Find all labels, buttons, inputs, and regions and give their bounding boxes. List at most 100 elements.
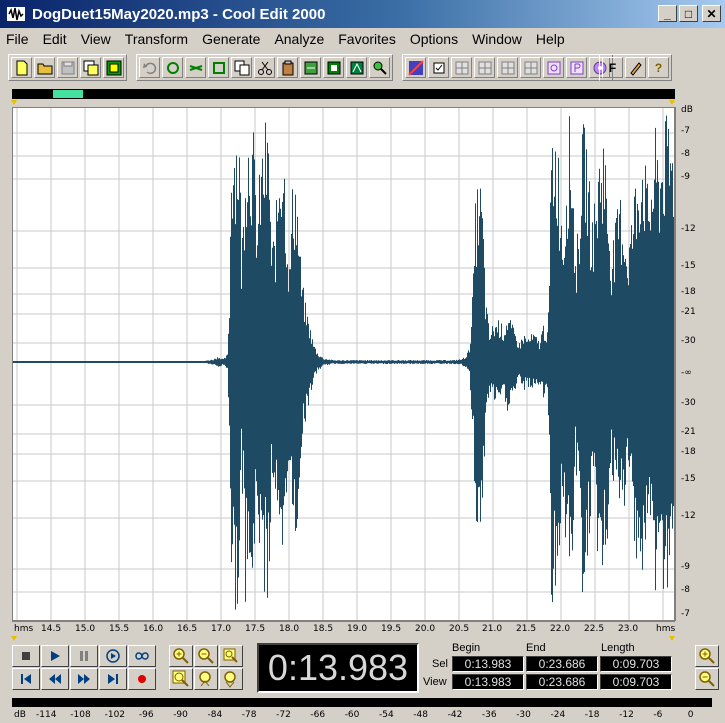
level-tick-label: -78 (241, 710, 257, 720)
menu-edit[interactable]: Edit (43, 31, 67, 47)
menu-window[interactable]: Window (472, 31, 522, 47)
help-button[interactable]: ? (648, 57, 669, 78)
paste-mix-button[interactable] (300, 57, 321, 78)
grid4-button[interactable] (520, 57, 541, 78)
waveform-display[interactable] (12, 107, 675, 621)
menu-help[interactable]: Help (536, 31, 565, 47)
loop-paste-button[interactable] (369, 57, 390, 78)
level-tick-label: -114 (36, 710, 57, 720)
paste-button[interactable] (277, 57, 298, 78)
undo-button[interactable] (139, 57, 160, 78)
zoom-left-button[interactable] (194, 668, 218, 690)
go-to-end-button[interactable] (99, 668, 127, 690)
db-tick-label: -15 (681, 474, 696, 484)
open-folder-icon (37, 63, 52, 74)
fast-forward-button[interactable] (70, 668, 98, 690)
zoom-full-button[interactable] (219, 645, 243, 667)
cut-button[interactable] (254, 57, 275, 78)
zoom-right-button[interactable] (219, 668, 243, 690)
save-button[interactable] (57, 57, 78, 78)
zoom-left-icon (199, 671, 211, 687)
pause-button[interactable] (70, 645, 98, 667)
grid2-icon (478, 61, 491, 74)
copy-icon (234, 60, 249, 75)
grid3-button[interactable] (497, 57, 518, 78)
zoom-in-horizontal-button[interactable] (169, 645, 193, 667)
toolbar-group-view (402, 54, 613, 81)
record-button[interactable] (128, 668, 156, 690)
overview-bar[interactable] (12, 89, 675, 99)
db-tick-label: -21 (681, 427, 696, 437)
record-mode-button[interactable] (103, 57, 124, 78)
db-ruler: dB -7 -8 -9 -12 -15 -18 -21 -30 -∞ -30 -21 -18 -15 -12… (675, 105, 710, 621)
grid2-button[interactable] (474, 57, 495, 78)
frequency-analysis-button[interactable] (405, 57, 426, 78)
minimize-button[interactable]: _ (658, 5, 677, 22)
undo-icon (142, 62, 156, 74)
new-file-button[interactable] (11, 57, 32, 78)
fast-forward-icon (78, 674, 90, 684)
view-end-field[interactable]: 0:23.686 (526, 674, 598, 690)
play-list-button[interactable] (566, 57, 587, 78)
title-bar: DogDuet15May2020.mp3 - Cool Edit 2000 _ … (0, 0, 725, 28)
play-button[interactable] (41, 645, 69, 667)
zoom-selection-button[interactable] (169, 668, 193, 690)
copy-button[interactable] (231, 57, 252, 78)
grid1-button[interactable] (451, 57, 472, 78)
sel-begin-field[interactable]: 0:13.983 (452, 656, 524, 672)
rewind-button[interactable] (41, 668, 69, 690)
record-icon (138, 675, 146, 683)
save-as-icon (83, 60, 98, 75)
toolbar-group-file (8, 54, 127, 81)
level-tick-label: -24 (550, 710, 566, 720)
begin-header: Begin (452, 642, 481, 654)
menu-transform[interactable]: Transform (125, 31, 188, 47)
zoom-out-horizontal-button[interactable] (194, 645, 218, 667)
view-length-field[interactable]: 0:09.703 (600, 674, 672, 690)
convert-button[interactable] (323, 57, 344, 78)
checkbox-button[interactable] (428, 57, 449, 78)
play-to-end-button[interactable] (99, 645, 127, 667)
menu-analyze[interactable]: Analyze (274, 31, 324, 47)
go-to-start-button[interactable] (12, 668, 40, 690)
menu-favorites[interactable]: Favorites (338, 31, 396, 47)
stop-button[interactable] (12, 645, 40, 667)
overview-thumb[interactable] (53, 90, 83, 98)
edit-button[interactable] (625, 57, 646, 78)
close-button[interactable]: ✕ (702, 5, 721, 22)
maximize-button[interactable]: □ (679, 5, 698, 22)
menu-options[interactable]: Options (410, 31, 458, 47)
menu-file[interactable]: File (6, 31, 29, 47)
sel-length-field[interactable]: 0:09.703 (600, 656, 672, 672)
db-tick-label: -∞ (681, 368, 692, 378)
mix-button[interactable] (185, 57, 206, 78)
db-tick-label: -9 (681, 172, 690, 182)
mix-paste-button[interactable] (346, 57, 367, 78)
start-marker-bottom-icon[interactable] (11, 636, 17, 641)
start-marker-icon[interactable] (11, 100, 17, 105)
sel-end-field[interactable]: 0:23.686 (526, 656, 598, 672)
level-tick-label: -42 (447, 710, 463, 720)
level-tick-label: -12 (619, 710, 634, 720)
f-icon: F (608, 60, 617, 75)
db-tick-label: -7 (681, 126, 690, 136)
menu-generate[interactable]: Generate (202, 31, 260, 47)
zoom-in-vertical-icon (699, 648, 715, 664)
zoom-out-vertical-button[interactable] (695, 668, 719, 690)
time-tick-label: 16.0 (143, 624, 164, 634)
cue-button[interactable] (543, 57, 564, 78)
level-tick-label: -84 (207, 710, 223, 720)
save-as-button[interactable] (80, 57, 101, 78)
menu-view[interactable]: View (81, 31, 111, 47)
open-button[interactable] (34, 57, 55, 78)
zoom-in-vertical-button[interactable] (695, 645, 719, 667)
end-marker-icon[interactable] (669, 100, 675, 105)
view-begin-field[interactable]: 0:13.983 (452, 674, 524, 690)
app-icon[interactable] (6, 4, 26, 24)
crop-button[interactable] (208, 57, 229, 78)
zoom-right-icon (224, 671, 236, 688)
repeat-button[interactable] (162, 57, 183, 78)
time-tick-label: 20.5 (449, 624, 470, 634)
f-button[interactable]: F (602, 57, 623, 78)
loop-button[interactable] (128, 645, 156, 667)
